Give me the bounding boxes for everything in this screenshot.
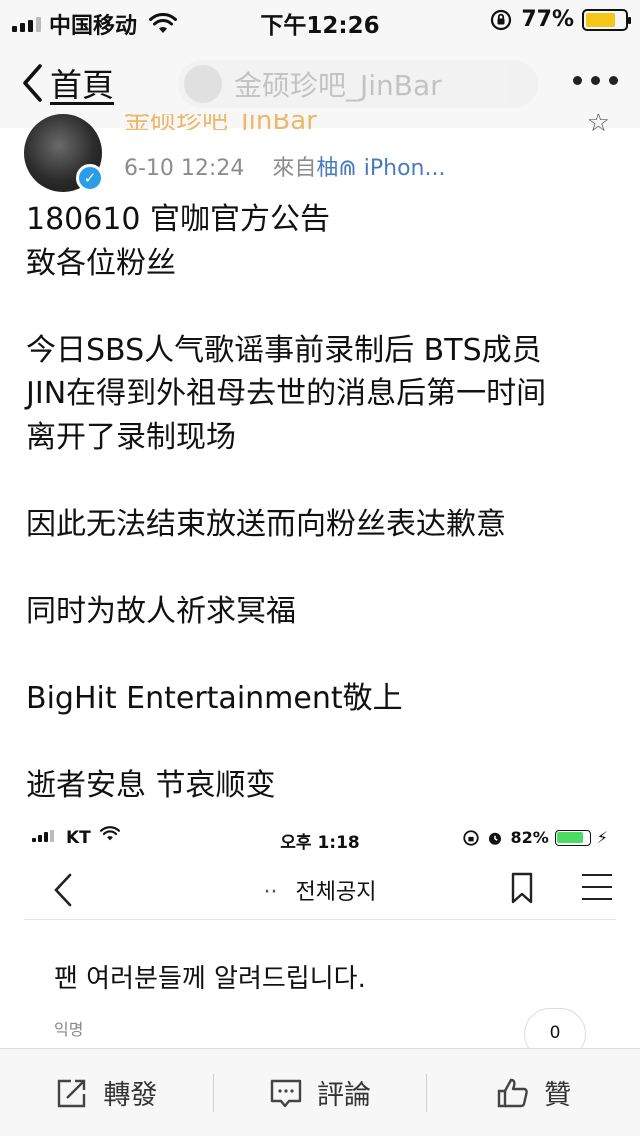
repost-label: 轉發 [103, 1080, 158, 1111]
battery-percent: 77% [521, 7, 574, 32]
back-button[interactable]: 首頁 [20, 60, 114, 106]
source-prefix: 來自 [272, 156, 317, 181]
nav-title-pill[interactable]: 金硕珍吧_JinBar [178, 60, 538, 108]
favorite-star-icon[interactable]: ☆ [587, 114, 610, 134]
comment-icon [270, 1079, 302, 1107]
author-avatar[interactable]: ✓ [24, 114, 104, 192]
comment-label: 評論 [317, 1080, 371, 1111]
post-line: JIN在得到外祖母去世的消息后第一时间 [26, 376, 547, 411]
chevron-left-icon [23, 64, 42, 102]
nav-title: 金硕珍吧_JinBar [234, 69, 442, 102]
post-line: 同时为故人祈求冥福 [26, 593, 296, 629]
more-options-button[interactable] [573, 76, 618, 85]
post-line: 逝者安息 节哀顺变 [26, 767, 276, 803]
post-line: BigHit Entertainment敬上 [26, 680, 403, 716]
embed-battery-percent: 82% [510, 828, 549, 847]
dot-icon [609, 76, 618, 85]
post-header: ✓ 金硕珍吧_JinBar ☆ 6-10 12:24 來自柚⋒ iPhon... [0, 114, 640, 192]
charging-icon: ⚡ [596, 828, 608, 847]
dot-icon [573, 76, 582, 85]
avatar [184, 65, 222, 103]
post-meta: 6-10 12:24 來自柚⋒ iPhon... [124, 150, 445, 182]
thumbs-up-icon [497, 1078, 528, 1107]
author-name[interactable]: 金硕珍吧_JinBar [124, 114, 317, 130]
status-right: 77% [489, 7, 631, 32]
post-line: 离开了录制现场 [26, 419, 236, 455]
comment-button[interactable]: 評論 [214, 1049, 427, 1136]
battery-icon [582, 8, 631, 31]
like-button[interactable]: 贊 [427, 1049, 640, 1136]
post-body: 180610 官咖官方公告 致各位粉丝 今日SBS人气歌谣事前录制后 BTS成员… [26, 198, 622, 807]
embed-status-bar: KT 오후 1:18 82% ⚡ [0, 822, 640, 853]
post-date: 6-10 12:24 [124, 156, 245, 181]
embed-title-dots: ·· [263, 880, 278, 905]
embedded-screenshot[interactable]: KT 오후 1:18 82% ⚡ ·· 전체공지 팬 여러분들께 알려드립니다.… [0, 816, 640, 1060]
bookmark-icon [511, 872, 533, 904]
post-source[interactable]: 柚⋒ iPhon... [316, 156, 445, 181]
embed-headline: 팬 여러분들께 알려드립니다. [54, 964, 366, 994]
dot-icon [591, 76, 600, 85]
post-line: 今日SBS人气歌谣事前录制后 BTS成员 [26, 332, 542, 368]
like-label: 贊 [544, 1080, 572, 1111]
post-line: 180610 官咖官方公告 [26, 202, 331, 237]
back-label: 首頁 [50, 66, 115, 104]
embed-author: 익명 [54, 1020, 84, 1039]
alarm-icon [489, 832, 502, 845]
post-line: 因此无法结束放送而向粉丝表达歉意 [26, 506, 506, 542]
status-bar: 中国移动 下午12:26 77% [0, 0, 640, 40]
embed-nav-bar: ·· 전체공지 [24, 860, 616, 920]
post-line: 致各位粉丝 [26, 245, 176, 281]
action-bar: 轉發 評論 贊 [0, 1048, 640, 1136]
verified-badge-icon: ✓ [76, 164, 104, 192]
orientation-lock-icon [463, 829, 480, 846]
embed-title-text: 전체공지 [295, 880, 377, 905]
menu-icon [582, 874, 612, 900]
orientation-lock-icon [491, 9, 512, 30]
embed-status-right: 82% ⚡ [462, 828, 608, 847]
share-icon [58, 1079, 86, 1107]
battery-icon [554, 829, 591, 846]
repost-button[interactable]: 轉發 [0, 1049, 213, 1136]
